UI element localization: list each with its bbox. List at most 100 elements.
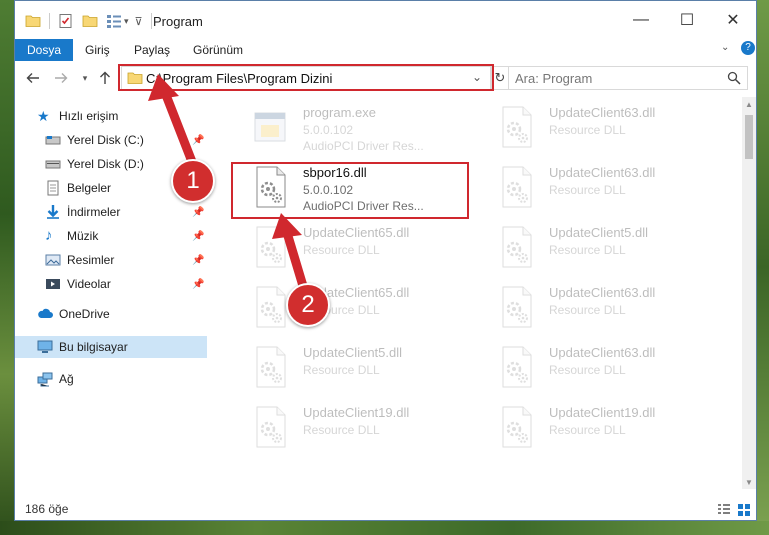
title-bar: ▾ ⊽ Program — ☐ ✕ xyxy=(15,1,756,39)
file-item[interactable]: UpdateClient65.dll Resource DLL xyxy=(247,281,479,337)
cloud-icon xyxy=(38,308,53,318)
dll-icon xyxy=(256,226,286,268)
window-title: Program xyxy=(153,14,203,29)
file-item[interactable]: UpdateClient19.dll Resource DLL xyxy=(247,401,479,457)
sidebar-item-pictures[interactable]: Resimler 📌 xyxy=(15,249,207,271)
file-description: AudioPCI Driver Res... xyxy=(303,139,424,153)
pin-icon[interactable]: 📌 xyxy=(192,279,204,290)
sidebar-item-label: Yerel Disk (C:) xyxy=(67,133,144,147)
pin-icon[interactable]: 📌 xyxy=(192,135,204,146)
sidebar-item-this-pc[interactable]: Bu bilgisayar xyxy=(15,336,207,358)
sidebar-item-label: Hızlı erişim xyxy=(59,109,119,123)
file-item[interactable]: UpdateClient65.dll Resource DLL xyxy=(247,221,479,277)
minimize-button[interactable]: — xyxy=(618,1,664,39)
sidebar-item-network[interactable]: Ağ xyxy=(15,368,207,390)
tab-share[interactable]: Paylaş xyxy=(134,39,170,61)
dll-icon xyxy=(256,346,286,388)
dll-icon xyxy=(502,166,532,208)
dll-icon xyxy=(256,406,286,448)
sidebar-item-label: OneDrive xyxy=(59,307,110,321)
file-name: UpdateClient63.dll xyxy=(549,285,656,300)
sidebar-item-label: Belgeler xyxy=(67,181,112,195)
dll-icon xyxy=(502,286,532,328)
tab-home[interactable]: Giriş xyxy=(85,39,110,61)
file-description: Resource DLL xyxy=(303,423,380,437)
step-2-badge: 2 xyxy=(286,283,330,327)
file-item[interactable]: UpdateClient63.dll Resource DLL xyxy=(493,101,725,157)
ribbon-tabs: Dosya Giriş Paylaş Görünüm ⌄ ? xyxy=(15,39,756,61)
dll-icon xyxy=(502,406,532,448)
download-icon xyxy=(47,205,59,219)
pin-icon[interactable]: 📌 xyxy=(192,231,204,242)
videos-icon xyxy=(46,279,60,289)
file-name: UpdateClient5.dll xyxy=(303,345,403,360)
file-item[interactable]: UpdateClient19.dll Resource DLL xyxy=(493,401,725,457)
file-item[interactable]: UpdateClient63.dll Resource DLL xyxy=(493,281,725,337)
network-icon xyxy=(37,372,53,387)
sidebar-item-onedrive[interactable]: OneDrive xyxy=(15,303,207,325)
properties-icon[interactable] xyxy=(58,13,74,29)
file-item[interactable]: program.exe 5.0.0.102 AudioPCI Driver Res.… xyxy=(247,101,479,157)
file-description: Resource DLL xyxy=(549,243,626,257)
sidebar-item-label: Yerel Disk (D:) xyxy=(67,157,144,171)
quick-access-toolbar: ▾ ⊽ xyxy=(25,12,152,30)
sidebar-item-label: Ağ xyxy=(59,372,74,386)
file-name: UpdateClient19.dll xyxy=(549,405,656,420)
customize-toolbar-icon[interactable]: ▾ xyxy=(124,16,129,27)
view-options-icon[interactable] xyxy=(106,13,122,29)
pin-icon[interactable]: 📌 xyxy=(192,255,204,266)
up-button[interactable] xyxy=(95,68,115,88)
large-icons-view-icon[interactable] xyxy=(737,503,751,517)
new-folder-icon[interactable] xyxy=(82,13,98,29)
file-item[interactable]: UpdateClient63.dll Resource DLL xyxy=(493,341,725,397)
file-description: Resource DLL xyxy=(549,123,626,137)
sidebar-item-label: Videolar xyxy=(67,277,111,291)
scroll-thumb[interactable] xyxy=(745,115,753,159)
file-item[interactable]: UpdateClient5.dll Resource DLL xyxy=(493,221,725,277)
forward-button[interactable] xyxy=(51,68,71,88)
file-highlight-box xyxy=(231,162,469,219)
help-icon[interactable]: ? xyxy=(741,41,755,55)
search-input[interactable]: Ara: Program xyxy=(508,66,748,90)
customize-toolbar-icon[interactable]: ⊽ xyxy=(135,15,143,28)
recent-locations-button[interactable]: ▾ xyxy=(75,68,95,88)
scroll-down-icon[interactable]: ▼ xyxy=(742,475,756,489)
pin-icon[interactable]: 📌 xyxy=(192,207,204,218)
toolbar-divider xyxy=(150,13,152,29)
folder-icon[interactable] xyxy=(25,13,41,29)
expand-ribbon-icon[interactable]: ⌄ xyxy=(721,42,729,53)
tab-view[interactable]: Görünüm xyxy=(193,39,243,61)
drive-icon xyxy=(45,160,61,169)
search-icon xyxy=(727,71,741,85)
file-description: Resource DLL xyxy=(549,183,626,197)
vertical-scrollbar[interactable]: ▲ ▼ xyxy=(742,97,756,489)
navigation-pane: ★ Hızlı erişim Yerel Disk (C:) 📌 Yerel D… xyxy=(15,97,207,489)
address-highlight-box xyxy=(118,64,494,91)
dll-icon xyxy=(502,346,532,388)
file-name: UpdateClient63.dll xyxy=(549,165,656,180)
details-view-icon[interactable] xyxy=(717,503,731,517)
arrow-right-icon xyxy=(55,73,68,83)
computer-icon xyxy=(37,340,53,353)
file-version: 5.0.0.102 xyxy=(303,123,354,137)
scroll-up-icon[interactable]: ▲ xyxy=(742,97,756,111)
close-button[interactable]: ✕ xyxy=(710,1,756,39)
sidebar-item-quick-access[interactable]: ★ Hızlı erişim xyxy=(15,105,207,127)
sidebar-item-label: Bu bilgisayar xyxy=(59,340,128,354)
sidebar-item-label: İndirmeler xyxy=(67,205,121,219)
back-button[interactable] xyxy=(23,68,43,88)
maximize-button[interactable]: ☐ xyxy=(664,1,710,39)
tab-file[interactable]: Dosya xyxy=(15,39,74,61)
file-name: UpdateClient19.dll xyxy=(303,405,410,420)
sidebar-item-downloads[interactable]: İndirmeler 📌 xyxy=(15,201,207,223)
file-item[interactable]: UpdateClient5.dll Resource DLL xyxy=(247,341,479,397)
dll-icon xyxy=(502,226,532,268)
item-count: 186 öğe xyxy=(25,502,69,516)
sidebar-item-videos[interactable]: Videolar 📌 xyxy=(15,273,207,295)
sidebar-item-local-disk-c[interactable]: Yerel Disk (C:) 📌 xyxy=(15,129,207,151)
sidebar-item-music[interactable]: ♪ Müzik 📌 xyxy=(15,225,207,247)
chevron-down-icon: ▾ xyxy=(82,72,88,83)
step-1-badge: 1 xyxy=(171,159,215,203)
file-item[interactable]: UpdateClient63.dll Resource DLL xyxy=(493,161,725,217)
arrow-up-icon xyxy=(100,71,110,84)
